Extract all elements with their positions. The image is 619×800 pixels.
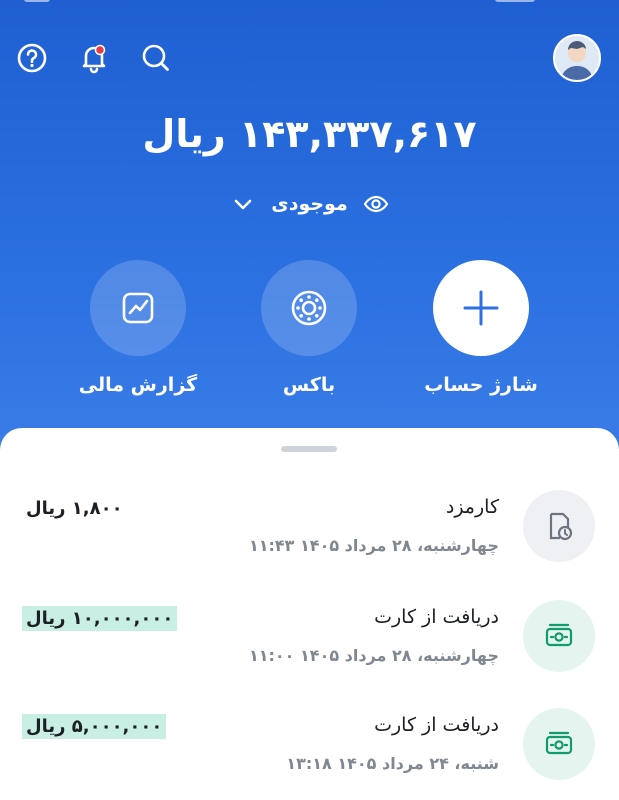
charge-account-circle (433, 260, 529, 356)
balance-toggle[interactable]: موجودی (0, 190, 619, 218)
transaction-title: دریافت از کارت (374, 606, 499, 628)
transaction-title: دریافت از کارت (374, 714, 499, 736)
financial-report-circle (90, 260, 186, 356)
top-icon-bar (14, 40, 174, 80)
receipt-clock-icon (549, 512, 573, 541)
box-circle (261, 260, 357, 356)
eye-icon (363, 195, 389, 213)
financial-report-label: گزارش مالی (78, 374, 198, 396)
transaction-row[interactable]: کارمزد چهارشنبه، ۲۸ مرداد ۱۴۰۵ ۱۱:۴۳ ۱,۸… (0, 490, 619, 600)
transaction-amount: ۱۰,۰۰۰,۰۰۰ ریال (22, 606, 178, 631)
notification-bell-icon[interactable] (76, 40, 112, 76)
header: ۱۴۳,۳۳۷,۶۱۷ ریال موجودی شارژ حساب باکس گ… (0, 0, 619, 460)
transaction-title: کارمزد (445, 496, 499, 518)
transaction-icon (523, 490, 595, 562)
balance-label: موجودی (271, 193, 348, 215)
transaction-row[interactable]: دریافت از کارت شنبه، ۲۴ مرداد ۱۴۰۵ ۱۳:۱۸… (0, 708, 619, 800)
money-icon (545, 731, 573, 755)
charge-account-button[interactable]: شارژ حساب (396, 260, 566, 396)
charge-account-label: شارژ حساب (424, 374, 538, 396)
transaction-icon (523, 600, 595, 672)
money-icon (545, 623, 573, 647)
transaction-date: چهارشنبه، ۲۸ مرداد ۱۴۰۵ ۱۱:۴۳ (248, 536, 499, 555)
transaction-amount: ۵,۰۰۰,۰۰۰ ریال (22, 714, 167, 739)
chart-icon (122, 292, 154, 324)
search-icon[interactable] (138, 40, 174, 76)
sheet-drag-handle[interactable] (281, 446, 337, 452)
plus-icon (463, 290, 499, 326)
transaction-icon (523, 708, 595, 780)
transaction-date: چهارشنبه، ۲۸ مرداد ۱۴۰۵ ۱۱:۰۰ (248, 646, 499, 665)
quick-actions: شارژ حساب باکس گزارش مالی (0, 260, 619, 410)
box-button[interactable]: باکس (224, 260, 394, 396)
help-icon[interactable] (14, 40, 50, 76)
status-bar-left (24, 0, 50, 2)
transaction-date: شنبه، ۲۴ مرداد ۱۴۰۵ ۱۳:۱۸ (286, 754, 499, 773)
status-bar-right (495, 0, 535, 2)
transaction-row[interactable]: دریافت از کارت چهارشنبه، ۲۸ مرداد ۱۴۰۵ ۱… (0, 600, 619, 710)
box-icon (291, 290, 327, 326)
financial-report-button[interactable]: گزارش مالی (53, 260, 223, 396)
avatar[interactable] (553, 34, 601, 82)
box-label: باکس (282, 374, 336, 396)
transactions-sheet: کارمزد چهارشنبه، ۲۸ مرداد ۱۴۰۵ ۱۱:۴۳ ۱,۸… (0, 428, 619, 800)
transaction-amount: ۱,۸۰۰ ریال (26, 498, 123, 519)
status-bar (0, 0, 619, 6)
balance-amount: ۱۴۳,۳۳۷,۶۱۷ ریال (142, 112, 477, 156)
chevron-down-icon (234, 199, 252, 210)
